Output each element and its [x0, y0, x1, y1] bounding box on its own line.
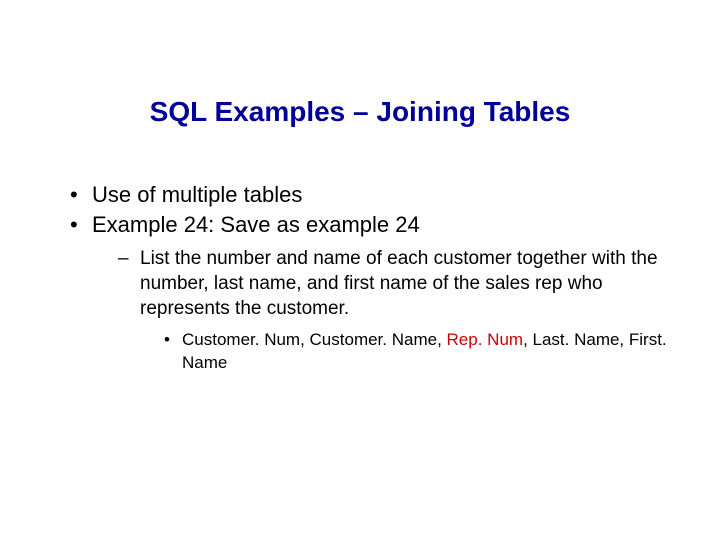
slide-content: Use of multiple tables Example 24: Save … [70, 180, 670, 375]
bullet-item: Use of multiple tables [70, 180, 670, 210]
slide-title: SQL Examples – Joining Tables [0, 96, 720, 128]
bullet-list-level1: Use of multiple tables Example 24: Save … [70, 180, 670, 375]
bullet-text: Example 24: Save as example 24 [92, 212, 420, 237]
bullet-subitem: List the number and name of each custome… [92, 247, 670, 375]
bullet-subsubitem: Customer. Num, Customer. Name, Rep. Num,… [140, 329, 670, 375]
subitem-text: List the number and name of each custome… [140, 248, 658, 318]
bullet-list-level3: Customer. Num, Customer. Name, Rep. Num,… [140, 329, 670, 375]
bullet-list-level2: List the number and name of each custome… [92, 247, 670, 375]
bullet-item: Example 24: Save as example 24 List the … [70, 210, 670, 376]
slide: SQL Examples – Joining Tables Use of mul… [0, 0, 720, 540]
fields-pre: Customer. Num, Customer. Name, [182, 330, 447, 349]
fields-highlight: Rep. Num [447, 330, 524, 349]
